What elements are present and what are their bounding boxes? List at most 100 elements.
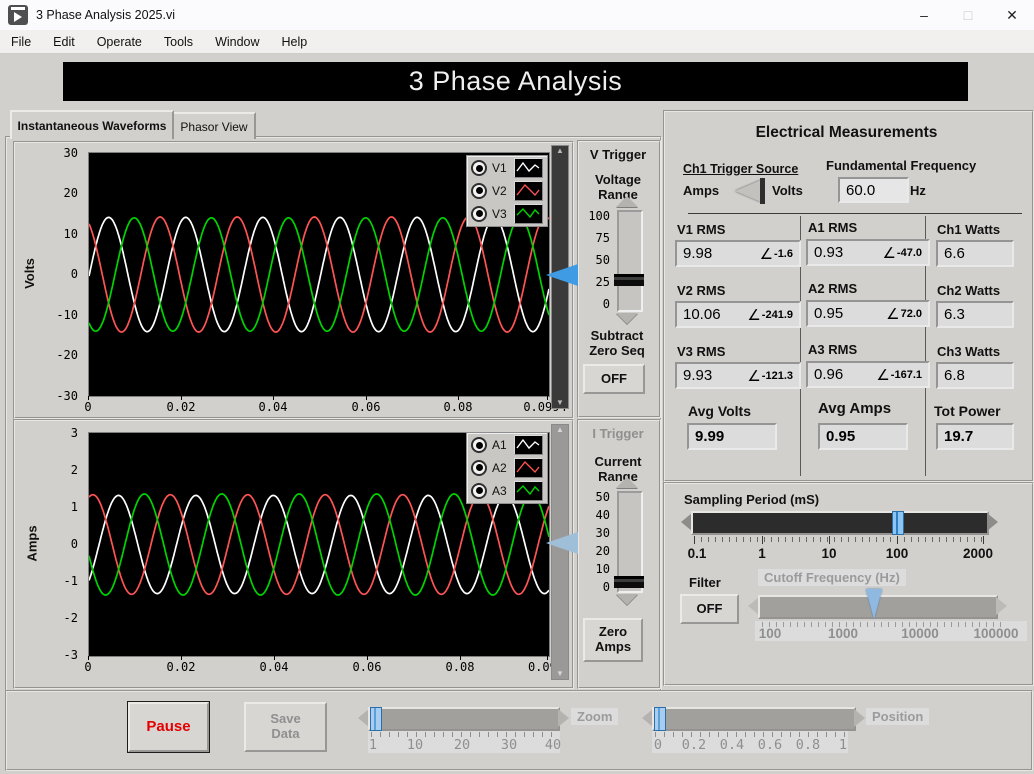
menu-help[interactable]: Help <box>271 30 319 53</box>
position-tick: 0.4 <box>720 737 744 753</box>
position-tick: 0 <box>654 737 662 753</box>
legend-item-a1[interactable]: A1 <box>471 434 543 456</box>
sampling-period-handle[interactable] <box>892 511 904 535</box>
current-xtick: 0.06 <box>353 660 382 674</box>
labview-app-icon <box>8 5 28 25</box>
sampling-tick: 0.1 <box>688 546 707 561</box>
ch1-watts-label: Ch1 Watts <box>937 222 1000 237</box>
current-ytick: 0 <box>48 537 78 551</box>
zoom-handle[interactable] <box>370 707 382 731</box>
ch2-watts-label: Ch2 Watts <box>937 283 1000 298</box>
current-trigger-cursor-icon[interactable] <box>546 532 578 554</box>
scroll-up-icon[interactable]: ▲ <box>556 146 564 156</box>
plot-style-thumbnail[interactable] <box>514 458 543 478</box>
led-radio-icon[interactable] <box>471 460 487 476</box>
i-trigger-title: I Trigger <box>583 426 653 441</box>
current-xtick: 0.04 <box>260 660 289 674</box>
voltage-trigger-cursor-icon[interactable] <box>546 264 578 286</box>
plot-style-thumbnail[interactable] <box>514 181 543 201</box>
zoom-increment-icon[interactable] <box>558 709 569 727</box>
voltage-ytick: -10 <box>48 308 78 322</box>
vrange-increment-icon[interactable] <box>616 196 638 207</box>
subtract-zero-seq-button[interactable]: OFF <box>583 364 645 394</box>
legend-item-a3[interactable]: A3 <box>471 480 543 502</box>
zoom-slider[interactable] <box>368 707 560 731</box>
menu-operate[interactable]: Operate <box>86 30 153 53</box>
legend-label: V3 <box>492 207 507 221</box>
irange-tick: 40 <box>586 508 610 522</box>
sampling-tick: 100 <box>886 546 909 561</box>
vrange-decrement-icon[interactable] <box>616 313 638 324</box>
a2-rms-label: A2 RMS <box>808 281 857 296</box>
tab-instantaneous-waveforms[interactable]: Instantaneous Waveforms <box>10 110 174 139</box>
current-legend: A1 A2 A3 <box>466 432 548 504</box>
current-range-handle[interactable] <box>614 576 644 588</box>
minimize-button[interactable]: – <box>902 0 946 30</box>
v1-rms-label: V1 RMS <box>677 222 725 237</box>
labview-window: 3 Phase Analysis 2025.vi – □ ✕ File Edit… <box>0 0 1034 774</box>
plot-style-thumbnail[interactable] <box>514 204 543 224</box>
fundamental-frequency-value[interactable]: 60.0 <box>838 177 909 203</box>
plot-style-thumbnail[interactable] <box>514 158 543 178</box>
menu-file[interactable]: File <box>0 30 42 53</box>
position-slider[interactable] <box>652 707 856 731</box>
irange-tick: 0 <box>586 580 610 594</box>
irange-tick: 10 <box>586 562 610 576</box>
scroll-up-icon[interactable]: ▲ <box>556 425 564 435</box>
close-button[interactable]: ✕ <box>990 0 1034 30</box>
ch3-watts-value: 6.8 <box>936 362 1014 389</box>
angle-icon: ∠ <box>760 245 773 263</box>
plot-style-thumbnail[interactable] <box>514 435 543 455</box>
page-title: 3 Phase Analysis <box>409 66 623 97</box>
menu-window[interactable]: Window <box>204 30 270 53</box>
tab-phasor-view[interactable]: Phasor View <box>172 112 256 139</box>
led-radio-icon[interactable] <box>471 160 487 176</box>
led-radio-icon[interactable] <box>471 483 487 499</box>
cutoff-frequency-handle[interactable] <box>866 589 882 619</box>
current-range-slider[interactable] <box>617 491 643 593</box>
avg-volts-label: Avg Volts <box>688 403 751 419</box>
trigger-source-volts-label: Volts <box>772 183 803 198</box>
led-radio-icon[interactable] <box>471 437 487 453</box>
voltage-xtick: 0.08 <box>444 400 473 414</box>
voltage-xtick: 0.04 <box>259 400 288 414</box>
zoom-tick: 30 <box>501 737 517 753</box>
sampling-increment-icon[interactable] <box>987 513 998 531</box>
voltage-ytick: 10 <box>48 227 78 241</box>
legend-label: V1 <box>492 161 507 175</box>
ch2-watts-value: 6.3 <box>936 301 1014 328</box>
window-title: 3 Phase Analysis 2025.vi <box>36 8 175 22</box>
save-data-button[interactable]: SaveData <box>244 702 327 752</box>
trigger-source-switch[interactable] <box>733 178 771 204</box>
pause-button[interactable]: Pause <box>128 702 209 752</box>
position-increment-icon[interactable] <box>854 709 865 727</box>
cutoff-increment-icon[interactable] <box>996 597 1007 615</box>
measurements-title: Electrical Measurements <box>663 124 1030 142</box>
voltage-range-slider[interactable] <box>617 210 643 312</box>
v2-rms-value: 10.06 ∠-241.9 <box>675 301 801 328</box>
led-radio-icon[interactable] <box>471 183 487 199</box>
zero-amps-button[interactable]: ZeroAmps <box>583 618 643 662</box>
switch-lever-icon <box>735 180 761 202</box>
irange-increment-icon[interactable] <box>616 477 638 488</box>
title-bar: 3 Phase Analysis 2025.vi – □ ✕ <box>0 0 1034 30</box>
scroll-down-icon[interactable]: ▼ <box>556 669 564 679</box>
sampling-period-slider[interactable] <box>691 511 989 535</box>
legend-item-v2[interactable]: V2 <box>471 180 543 202</box>
plot-style-thumbnail[interactable] <box>514 481 543 501</box>
tot-power-value: 19.7 <box>936 423 1014 450</box>
irange-decrement-icon[interactable] <box>616 594 638 605</box>
led-radio-icon[interactable] <box>471 206 487 222</box>
legend-item-v1[interactable]: V1 <box>471 157 543 179</box>
filter-button[interactable]: OFF <box>680 594 739 624</box>
menu-edit[interactable]: Edit <box>42 30 86 53</box>
scroll-down-icon[interactable]: ▼ <box>556 398 564 408</box>
voltage-range-handle[interactable] <box>614 274 644 286</box>
position-handle[interactable] <box>654 707 666 731</box>
menu-tools[interactable]: Tools <box>153 30 204 53</box>
legend-item-v3[interactable]: V3 <box>471 203 543 225</box>
legend-item-a2[interactable]: A2 <box>471 457 543 479</box>
current-xtick: 0.02 <box>167 660 196 674</box>
position-tick: 0.8 <box>796 737 820 753</box>
ch1-trigger-source-label: Ch1 Trigger Source <box>683 162 798 176</box>
